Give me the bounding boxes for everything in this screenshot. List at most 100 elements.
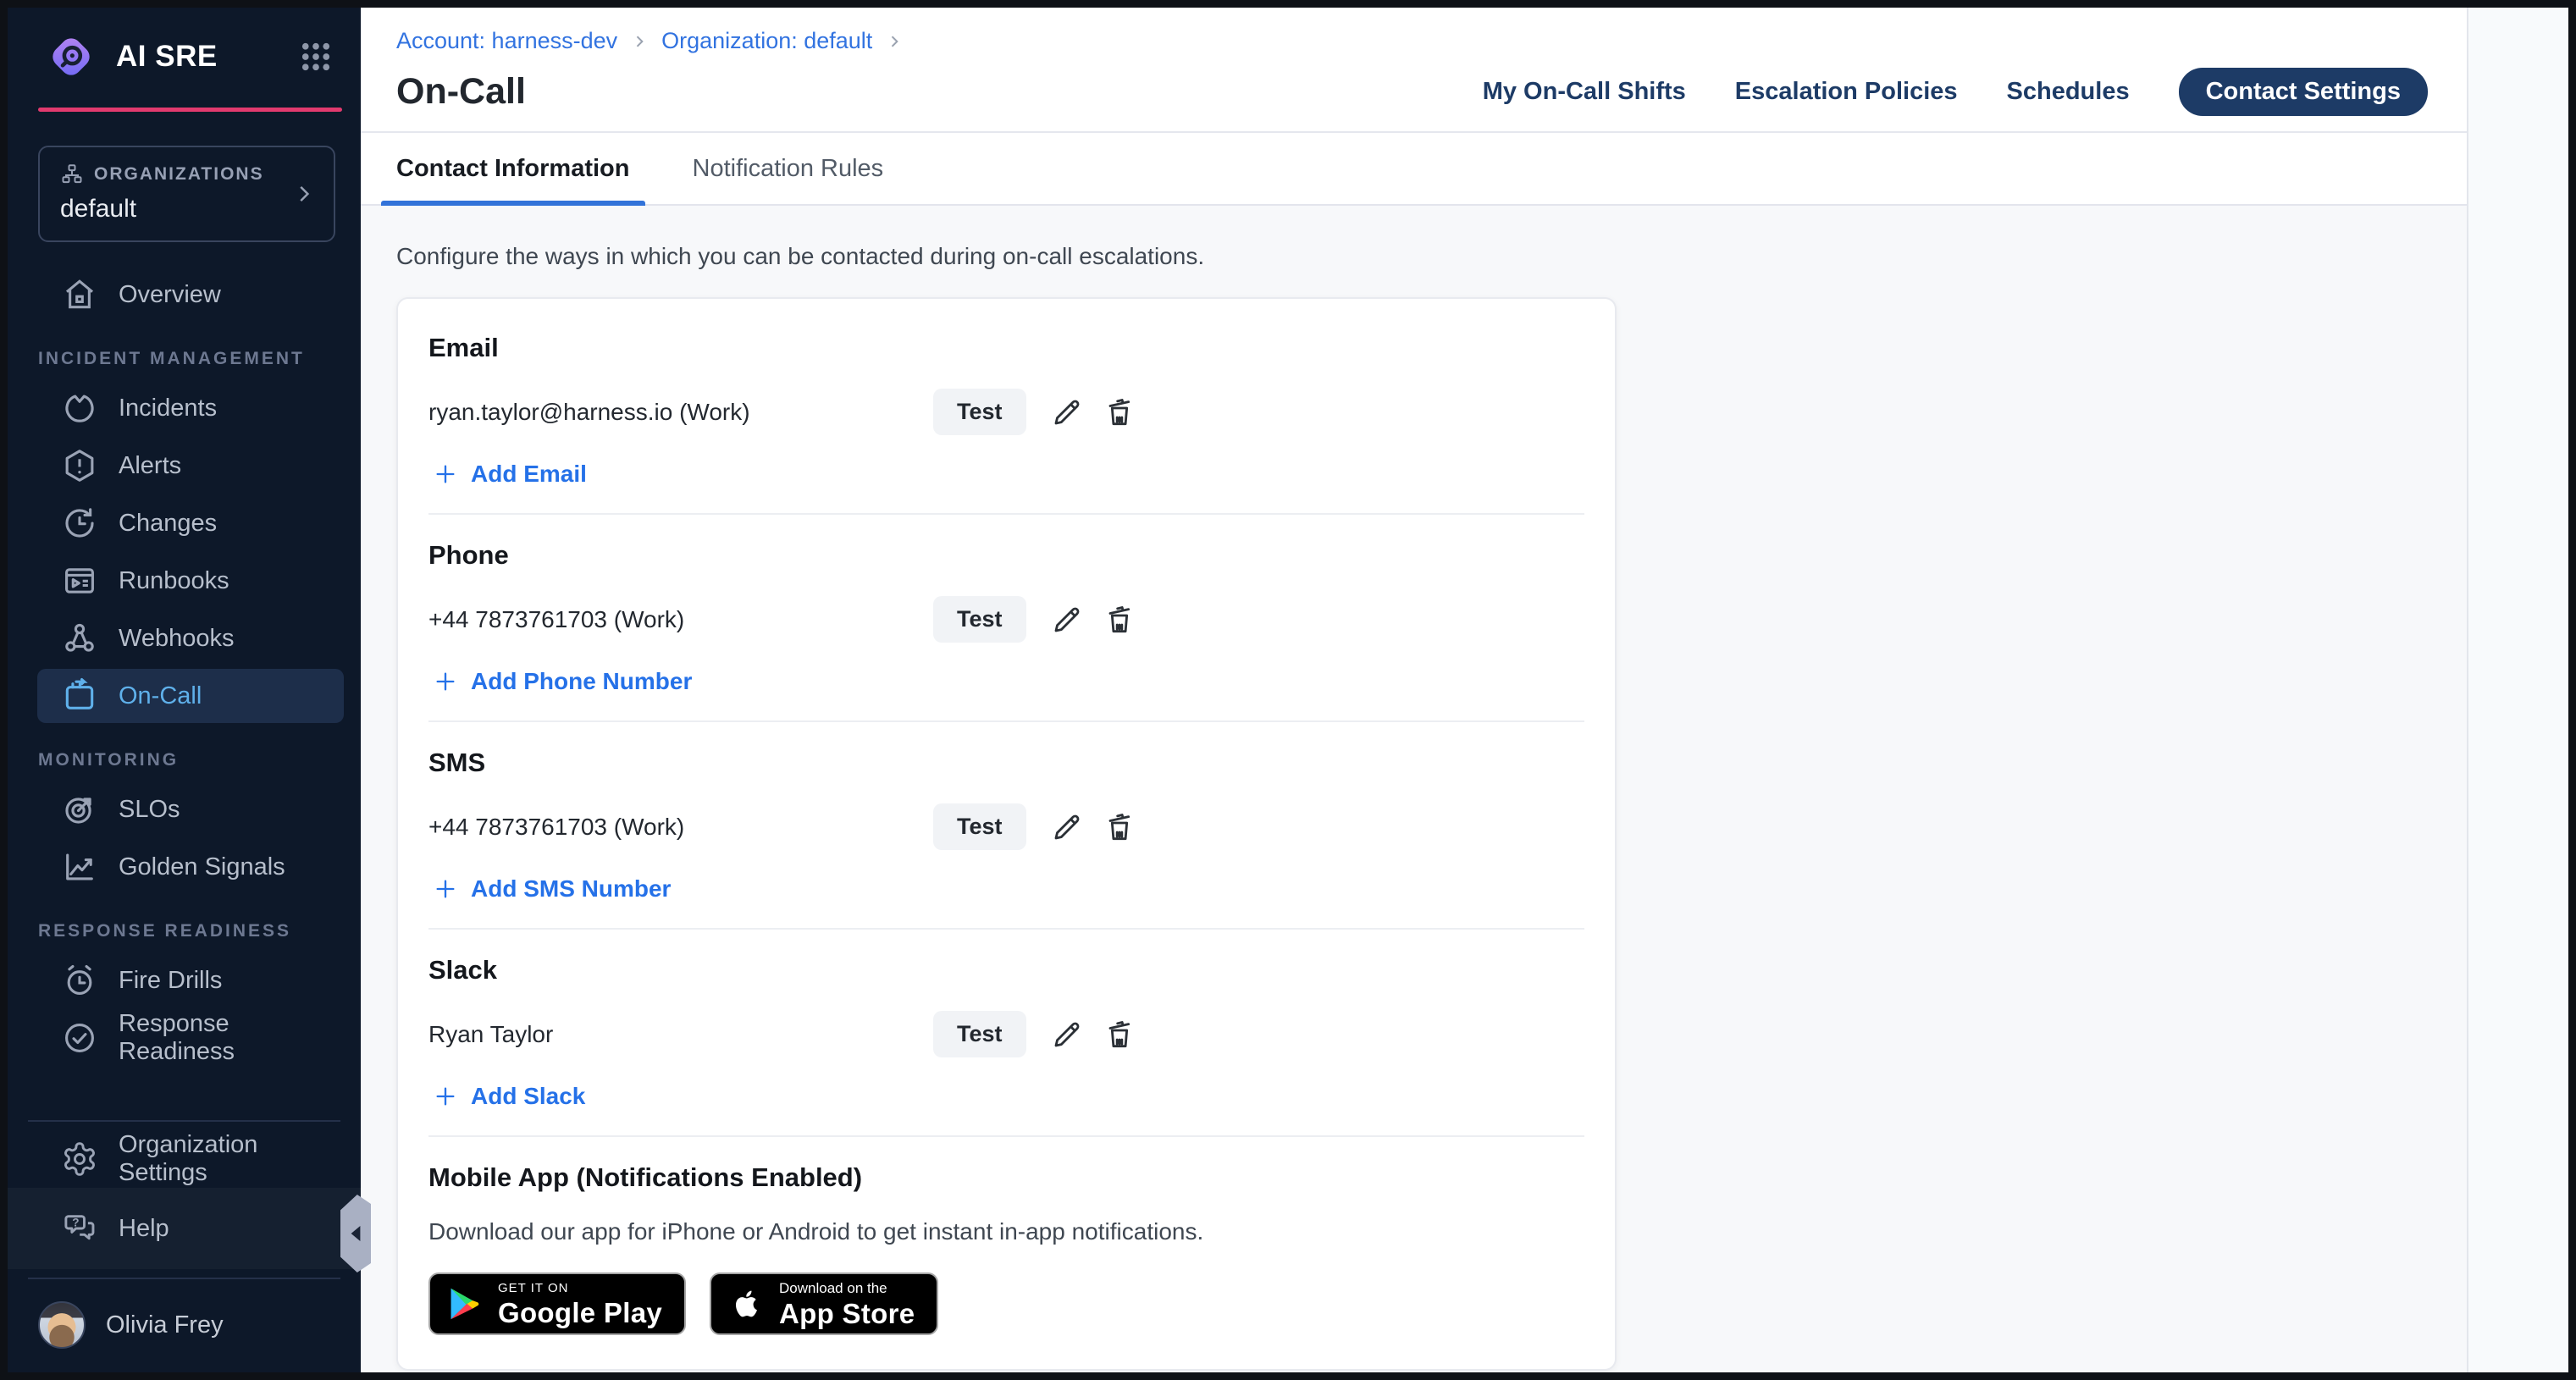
trash-icon bbox=[1103, 603, 1136, 637]
incident-icon bbox=[61, 389, 98, 427]
sidebar-item-overview[interactable]: Overview bbox=[37, 268, 344, 322]
sidebar-item-changes[interactable]: Changes bbox=[37, 496, 344, 550]
user-name: Olivia Frey bbox=[106, 1311, 224, 1339]
mobile-app-title: Mobile App (Notifications Enabled) bbox=[428, 1162, 1584, 1193]
sidebar-item-label: Golden Signals bbox=[119, 853, 285, 881]
breadcrumb: Account: harness-dev Organization: defau… bbox=[396, 28, 2428, 54]
app-title: AI SRE bbox=[116, 40, 218, 74]
sidebar-item-slos[interactable]: SLOs bbox=[37, 782, 344, 836]
sidebar-item-golden-signals[interactable]: Golden Signals bbox=[37, 840, 344, 894]
nav-contact-settings-button[interactable]: Contact Settings bbox=[2179, 68, 2428, 116]
tab-notification-rules[interactable]: Notification Rules bbox=[677, 133, 899, 204]
check-circle-icon bbox=[61, 1019, 98, 1057]
app-window: AI SRE ORGANIZATIONS default bbox=[0, 0, 2576, 1380]
slack-delete-button[interactable] bbox=[1103, 1018, 1136, 1052]
app-store-store-name: App Store bbox=[779, 1300, 915, 1328]
trash-icon bbox=[1103, 1018, 1136, 1052]
email-edit-button[interactable] bbox=[1050, 395, 1084, 429]
runbook-icon bbox=[61, 562, 98, 599]
mobile-app-section: Mobile App (Notifications Enabled) Downl… bbox=[398, 1162, 1615, 1335]
plus-icon bbox=[434, 1085, 457, 1108]
sms-section-title: SMS bbox=[428, 748, 1584, 778]
sidebar-item-label: Webhooks bbox=[119, 625, 235, 653]
phone-edit-button[interactable] bbox=[1050, 603, 1084, 637]
sidebar-item-webhooks[interactable]: Webhooks bbox=[37, 611, 344, 665]
add-phone-link[interactable]: Add Phone Number bbox=[434, 668, 692, 695]
slack-section-title: Slack bbox=[428, 955, 1584, 985]
sidebar-item-label: Organization Settings bbox=[119, 1131, 344, 1187]
avatar bbox=[38, 1301, 86, 1349]
sidebar-item-on-call[interactable]: On-Call bbox=[37, 669, 344, 723]
email-test-button[interactable]: Test bbox=[933, 389, 1026, 435]
nav-escalation-policies[interactable]: Escalation Policies bbox=[1735, 78, 1958, 106]
sidebar-item-alerts[interactable]: Alerts bbox=[37, 439, 344, 493]
sidebar-section-response-readiness: RESPONSE READINESS bbox=[38, 921, 344, 941]
app-store-badge[interactable]: Download on the App Store bbox=[710, 1272, 938, 1335]
sidebar-nav: Overview INCIDENT MANAGEMENT Incidents A… bbox=[8, 266, 361, 1067]
email-section-title: Email bbox=[428, 333, 1584, 363]
calendar-icon bbox=[61, 677, 98, 715]
sidebar-item-label: Incidents bbox=[119, 395, 217, 422]
pencil-icon bbox=[1050, 603, 1084, 637]
add-sms-link[interactable]: Add SMS Number bbox=[434, 875, 671, 903]
sms-value: +44 7873761703 (Work) bbox=[428, 814, 933, 841]
sidebar-collapse-handle[interactable] bbox=[340, 1195, 371, 1272]
sidebar-item-label: On-Call bbox=[119, 682, 202, 710]
help-chat-icon: ? bbox=[61, 1210, 98, 1247]
user-menu[interactable]: Olivia Frey bbox=[8, 1288, 361, 1372]
tab-bar: Contact Information Notification Rules bbox=[361, 133, 2467, 206]
divider bbox=[428, 928, 1584, 930]
history-clock-icon bbox=[61, 505, 98, 542]
pencil-icon bbox=[1050, 810, 1084, 844]
sidebar-item-label: Help bbox=[119, 1215, 169, 1243]
app-grid-icon[interactable] bbox=[298, 39, 334, 75]
oncall-top-nav: My On-Call Shifts Escalation Policies Sc… bbox=[1483, 68, 2428, 116]
sidebar-item-label: SLOs bbox=[119, 796, 180, 824]
apple-icon bbox=[728, 1286, 764, 1322]
nav-schedules[interactable]: Schedules bbox=[2007, 78, 2130, 106]
tab-contact-information[interactable]: Contact Information bbox=[381, 133, 645, 204]
breadcrumb-account-link[interactable]: Account: harness-dev bbox=[396, 28, 617, 54]
sidebar-item-label: Fire Drills bbox=[119, 967, 222, 995]
help-row-highlight: ? Help bbox=[8, 1188, 361, 1269]
sidebar-item-incidents[interactable]: Incidents bbox=[37, 381, 344, 435]
email-delete-button[interactable] bbox=[1103, 395, 1136, 429]
organization-selector[interactable]: ORGANIZATIONS default bbox=[38, 146, 335, 242]
svg-text:?: ? bbox=[72, 1216, 79, 1228]
app-logo[interactable]: AI SRE bbox=[45, 30, 218, 83]
tab-content: Configure the ways in which you can be c… bbox=[361, 206, 2467, 1372]
divider bbox=[28, 1120, 340, 1122]
collapse-left-icon bbox=[348, 1224, 363, 1243]
phone-test-button[interactable]: Test bbox=[933, 596, 1026, 643]
add-slack-label: Add Slack bbox=[471, 1083, 585, 1110]
main-panel: Account: harness-dev Organization: defau… bbox=[361, 8, 2467, 1372]
phone-value: +44 7873761703 (Work) bbox=[428, 606, 933, 633]
google-play-badge[interactable]: GET IT ON Google Play bbox=[428, 1272, 686, 1335]
add-slack-link[interactable]: Add Slack bbox=[434, 1083, 585, 1110]
plus-icon bbox=[434, 670, 457, 693]
brand-accent-line bbox=[38, 108, 342, 112]
slack-test-button[interactable]: Test bbox=[933, 1011, 1026, 1057]
email-contact-row: ryan.taylor@harness.io (Work) Test bbox=[428, 389, 1584, 435]
sms-delete-button[interactable] bbox=[1103, 810, 1136, 844]
target-icon bbox=[61, 791, 98, 828]
sidebar-item-fire-drills[interactable]: Fire Drills bbox=[37, 953, 344, 1007]
sidebar-item-response-readiness[interactable]: Response Readiness bbox=[37, 1011, 344, 1065]
sms-test-button[interactable]: Test bbox=[933, 803, 1026, 850]
phone-delete-button[interactable] bbox=[1103, 603, 1136, 637]
add-email-link[interactable]: Add Email bbox=[434, 461, 587, 488]
sms-edit-button[interactable] bbox=[1050, 810, 1084, 844]
nav-my-oncall-shifts[interactable]: My On-Call Shifts bbox=[1483, 78, 1686, 106]
slack-value: Ryan Taylor bbox=[428, 1021, 933, 1048]
sidebar-item-help[interactable]: ? Help bbox=[37, 1201, 344, 1256]
breadcrumb-organization-link[interactable]: Organization: default bbox=[661, 28, 872, 54]
divider bbox=[28, 1278, 340, 1279]
line-chart-icon bbox=[61, 848, 98, 886]
sidebar-section-incident-management: INCIDENT MANAGEMENT bbox=[38, 349, 344, 369]
sidebar-item-runbooks[interactable]: Runbooks bbox=[37, 554, 344, 608]
add-phone-label: Add Phone Number bbox=[471, 668, 692, 695]
plus-icon bbox=[434, 877, 457, 901]
slack-edit-button[interactable] bbox=[1050, 1018, 1084, 1052]
ai-sre-logo-icon bbox=[45, 30, 97, 83]
sidebar-item-organization-settings[interactable]: Organization Settings bbox=[37, 1132, 344, 1186]
